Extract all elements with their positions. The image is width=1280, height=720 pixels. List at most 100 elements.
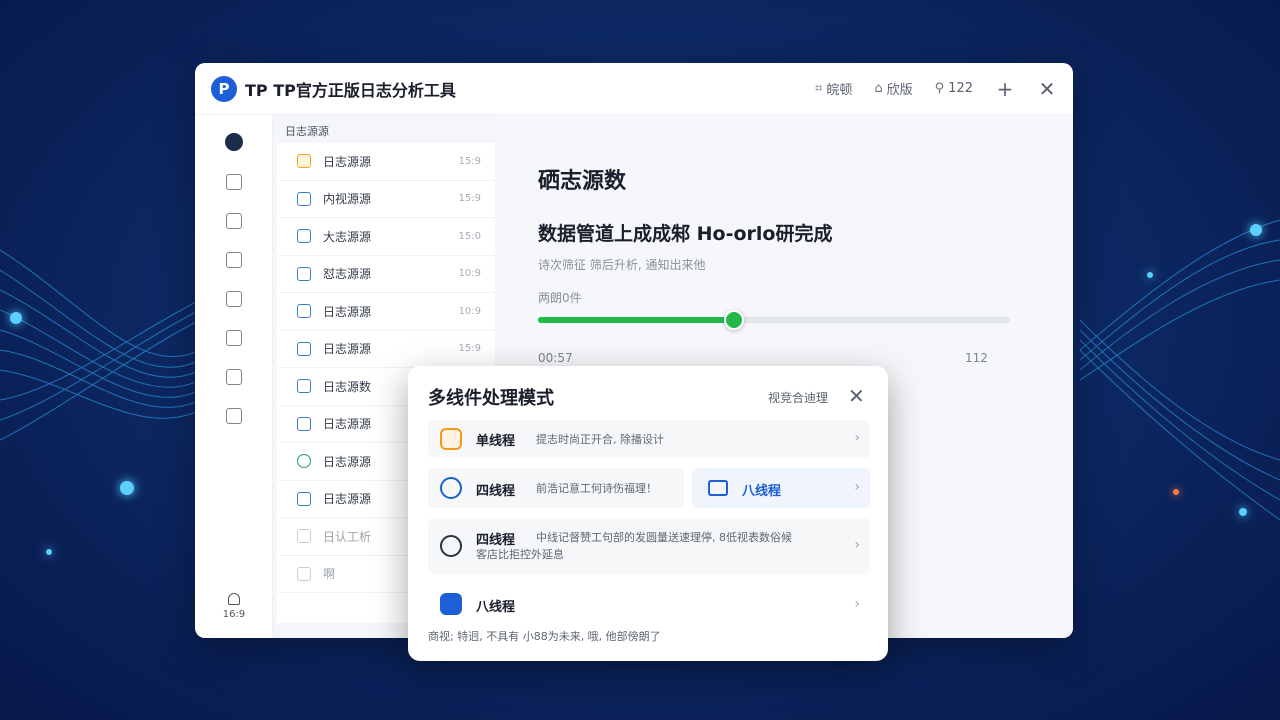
app-title: TP TP官方正版日志分析工具 xyxy=(245,80,456,100)
logo-letter: P xyxy=(218,79,230,98)
title-actions: ⌗ 皖顿 ⌂ 欣版 ⚲ 122 + ✕ xyxy=(815,77,1057,101)
source-icon xyxy=(297,416,311,431)
source-label: 日志源源 xyxy=(323,342,372,357)
bag-icon[interactable] xyxy=(225,408,242,424)
option-single-thread[interactable]: 单线程 提志时尚正开合, 除播设计 › xyxy=(428,420,870,458)
glow-dot xyxy=(1147,272,1153,278)
option-text: 前浩记意工何诗伤福理！ xyxy=(536,482,657,495)
add-icon[interactable]: + xyxy=(995,77,1015,101)
source-item[interactable]: 日志源源 15:9 xyxy=(277,143,495,181)
source-icon xyxy=(297,304,311,319)
lock-button[interactable]: ⌂ 欣版 xyxy=(874,79,912,98)
option-eight-thread[interactable]: 八线程 › xyxy=(428,588,870,622)
source-label: 日志源数 xyxy=(323,379,372,394)
option-four-thread-advanced[interactable]: 四线程 中线记督赞工句部的发圆量送速理停, 8低视表数俗候 客店比拒控外延息 › xyxy=(428,518,870,574)
dialog-title: 多线件处理模式 xyxy=(428,388,554,409)
source-label: 啊 xyxy=(323,567,336,582)
progress-handle[interactable] xyxy=(723,310,744,330)
tag-button-label: 皖顿 xyxy=(826,83,853,98)
source-label: 日志源源 xyxy=(323,492,372,507)
source-panel-header: 日志源源 xyxy=(285,125,329,138)
source-meta: 15:0 xyxy=(458,230,481,242)
source-label: 内视源源 xyxy=(323,192,372,207)
source-item[interactable]: 大志源源 15:0 xyxy=(277,218,495,256)
status-description: 诗次筛征 筛后升析, 通知出来他 xyxy=(538,258,706,272)
chevron-right-icon: › xyxy=(854,479,860,495)
time-start: 00:57 xyxy=(538,351,573,365)
glow-dot xyxy=(46,549,52,555)
option-text: 提志时尚正开合, 除播设计 xyxy=(536,433,664,446)
user-status[interactable]: 16:9 xyxy=(195,593,273,620)
progress-fill xyxy=(538,317,734,323)
heart-icon xyxy=(440,428,462,450)
folder-icon[interactable] xyxy=(225,330,242,346)
source-meta: 15:9 xyxy=(458,343,481,355)
source-meta: 15:9 xyxy=(458,155,481,167)
icon-rail: 16:9 xyxy=(195,115,273,638)
page-title: 硒志源数 xyxy=(538,169,627,194)
lock-button-label: 欣版 xyxy=(886,83,913,98)
quote-icon xyxy=(440,535,462,557)
progress-label: 两朗0件 xyxy=(538,291,582,305)
source-label: 大志源源 xyxy=(323,229,372,244)
option-text: 中线记督赞工句部的发圆量送速理停, 8低视表数俗候 xyxy=(536,531,792,544)
source-label: 日志源源 xyxy=(323,417,372,432)
thread-mode-dialog: 多线件处理模式 视竞合迪理 ✕ 单线程 提志时尚正开合, 除播设计 › 四线程 … xyxy=(408,366,888,661)
source-icon xyxy=(297,379,311,394)
glow-dot xyxy=(1239,508,1247,516)
source-item[interactable]: 怼志源源 10:9 xyxy=(277,256,495,293)
source-icon xyxy=(297,341,311,356)
source-meta: 10:9 xyxy=(458,268,481,280)
glow-dot xyxy=(120,481,134,495)
dialog-link[interactable]: 视竞合迪理 xyxy=(768,389,828,406)
database-icon[interactable] xyxy=(225,252,242,268)
search-icon: ⚲ xyxy=(934,81,945,96)
option-eight-thread-selected[interactable]: 八线程 › xyxy=(692,468,870,508)
close-icon[interactable]: ✕ xyxy=(848,384,865,408)
rocket-icon[interactable] xyxy=(224,133,243,151)
option-name: 四线程 xyxy=(476,484,516,499)
app-logo: P xyxy=(211,75,237,102)
tag-icon: ⌗ xyxy=(815,81,823,96)
status-heading: 数据管道上成成邾 Ho-orlo研完成 xyxy=(538,223,833,245)
source-meta: 15:9 xyxy=(458,193,481,205)
chevron-right-icon: › xyxy=(854,596,860,612)
app-icon xyxy=(440,593,462,615)
dialog-footnote: 商视; 特迥, 不具有 小88为未来, 哦, 他部傍朗了 xyxy=(428,630,661,643)
option-name: 单线程 xyxy=(476,434,516,449)
server-icon[interactable] xyxy=(225,291,242,307)
source-icon xyxy=(297,191,311,206)
option-name: 八线程 xyxy=(476,600,516,615)
option-four-thread[interactable]: 四线程 前浩记意工何诗伤福理！ xyxy=(428,468,684,508)
option-name: 八线程 xyxy=(742,484,782,499)
time-end: 112 xyxy=(965,351,988,365)
source-item[interactable]: 日志源源 15:9 xyxy=(277,331,495,368)
search-button-label: 122 xyxy=(948,81,973,96)
title-bar: P TP TP官方正版日志分析工具 ⌗ 皖顿 ⌂ 欣版 ⚲ 122 + ✕ xyxy=(195,63,1073,115)
source-meta: 10:9 xyxy=(458,305,481,317)
file-icon[interactable] xyxy=(225,213,242,229)
tag-button[interactable]: ⌗ 皖顿 xyxy=(815,79,852,98)
chevron-right-icon: › xyxy=(854,430,860,446)
source-icon xyxy=(297,229,311,244)
option-text-secondary: 客店比拒控外延息 xyxy=(476,548,564,561)
user-status-label: 16:9 xyxy=(222,609,246,620)
source-label: 怼志源源 xyxy=(323,267,372,282)
glow-dot xyxy=(1173,489,1179,495)
lock-icon: ⌂ xyxy=(874,81,883,96)
source-icon xyxy=(297,454,311,469)
close-icon[interactable]: ✕ xyxy=(1037,77,1057,101)
source-icon xyxy=(297,566,311,581)
source-item[interactable]: 日志源源 10:9 xyxy=(277,293,495,331)
chevron-right-icon: › xyxy=(854,537,860,553)
monitor-icon[interactable] xyxy=(225,369,242,385)
source-item[interactable]: 内视源源 15:9 xyxy=(277,181,495,218)
source-icon xyxy=(297,529,311,544)
document-icon[interactable] xyxy=(225,174,242,190)
source-icon xyxy=(297,491,311,506)
window-icon xyxy=(708,480,728,496)
progress-track[interactable] xyxy=(538,310,1010,330)
search-button[interactable]: ⚲ 122 xyxy=(935,81,973,96)
source-label: 日志源源 xyxy=(323,304,372,319)
user-icon xyxy=(440,477,462,499)
